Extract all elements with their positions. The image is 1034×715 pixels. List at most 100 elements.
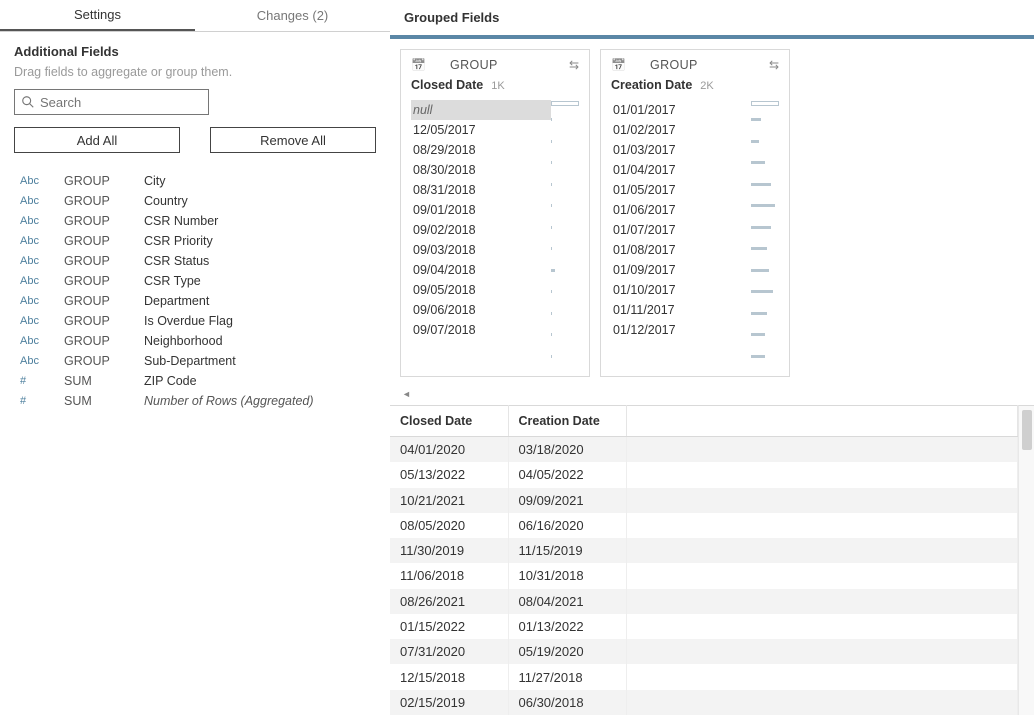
table-cell: 08/05/2020	[390, 513, 508, 538]
field-type-icon: Abc	[14, 355, 64, 367]
card-value[interactable]: 09/01/2018	[411, 200, 551, 220]
horizontal-scroll[interactable]: ◄	[402, 387, 1022, 401]
field-row[interactable]: #SUMZIP Code	[14, 371, 376, 391]
card-value[interactable]: 01/04/2017	[611, 160, 751, 180]
field-type-icon: Abc	[14, 295, 64, 307]
field-row[interactable]: AbcGROUPCSR Number	[14, 211, 376, 231]
table-header[interactable]: Creation Date	[508, 406, 626, 437]
table-row[interactable]: 02/15/201906/30/2018	[390, 690, 1018, 715]
table-row[interactable]: 05/13/202204/05/2022	[390, 462, 1018, 487]
field-row[interactable]: AbcGROUPSub-Department	[14, 351, 376, 371]
scroll-thumb[interactable]	[1022, 410, 1032, 450]
swap-icon[interactable]: ⇆	[769, 58, 779, 72]
search-input[interactable]	[40, 95, 216, 110]
field-row[interactable]: AbcGROUPCountry	[14, 191, 376, 211]
card-value[interactable]: 09/07/2018	[411, 320, 551, 340]
add-all-button[interactable]: Add All	[14, 127, 180, 153]
remove-all-button[interactable]: Remove All	[210, 127, 376, 153]
table-cell: 11/06/2018	[390, 563, 508, 588]
table-row[interactable]: 11/06/201810/31/2018	[390, 563, 1018, 588]
table-row[interactable]: 07/31/202005/19/2020	[390, 639, 1018, 664]
field-type-icon: #	[14, 395, 64, 407]
card-value[interactable]: 01/06/2017	[611, 200, 751, 220]
group-card[interactable]: 📅GROUP⇆Closed Date1Knull12/05/201708/29/…	[400, 49, 590, 377]
table-row[interactable]: 08/05/202006/16/2020	[390, 513, 1018, 538]
card-value[interactable]: 01/03/2017	[611, 140, 751, 160]
tab-settings[interactable]: Settings	[0, 0, 195, 31]
card-value[interactable]: null	[411, 100, 551, 120]
card-value[interactable]: 09/03/2018	[411, 240, 551, 260]
calendar-icon: 📅	[411, 58, 426, 72]
swap-icon[interactable]: ⇆	[569, 58, 579, 72]
field-row[interactable]: AbcGROUPIs Overdue Flag	[14, 311, 376, 331]
card-value[interactable]: 01/08/2017	[611, 240, 751, 260]
data-table-wrap: Closed DateCreation Date04/01/202003/18/…	[390, 405, 1034, 715]
card-value[interactable]: 08/29/2018	[411, 140, 551, 160]
card-value[interactable]: 09/04/2018	[411, 260, 551, 280]
field-agg: GROUP	[64, 274, 144, 288]
card-value[interactable]: 01/01/2017	[611, 100, 751, 120]
field-row[interactable]: AbcGROUPCSR Type	[14, 271, 376, 291]
field-agg: GROUP	[64, 294, 144, 308]
additional-fields-title: Additional Fields	[0, 32, 390, 63]
field-row[interactable]: #SUMNumber of Rows (Aggregated)	[14, 391, 376, 411]
tab-changes[interactable]: Changes (2)	[195, 0, 390, 31]
table-row[interactable]: 08/26/202108/04/2021	[390, 589, 1018, 614]
card-agg-label: GROUP	[650, 58, 698, 72]
card-agg-label: GROUP	[450, 58, 498, 72]
field-type-icon: Abc	[14, 315, 64, 327]
cards-row: 📅GROUP⇆Closed Date1Knull12/05/201708/29/…	[390, 39, 1034, 387]
table-cell: 11/15/2019	[508, 538, 626, 563]
table-cell: 08/04/2021	[508, 589, 626, 614]
field-row[interactable]: AbcGROUPNeighborhood	[14, 331, 376, 351]
card-value[interactable]: 01/12/2017	[611, 320, 751, 340]
card-value[interactable]: 08/30/2018	[411, 160, 551, 180]
field-agg: GROUP	[64, 174, 144, 188]
field-row[interactable]: AbcGROUPDepartment	[14, 291, 376, 311]
card-value[interactable]: 01/10/2017	[611, 280, 751, 300]
table-row[interactable]: 12/15/201811/27/2018	[390, 664, 1018, 689]
card-value[interactable]: 01/11/2017	[611, 300, 751, 320]
card-title: Closed Date	[411, 78, 483, 92]
field-name: CSR Status	[144, 254, 376, 268]
field-row[interactable]: AbcGROUPCSR Priority	[14, 231, 376, 251]
table-row[interactable]: 04/01/202003/18/2020	[390, 437, 1018, 463]
field-name: Department	[144, 294, 376, 308]
table-row[interactable]: 01/15/202201/13/2022	[390, 614, 1018, 639]
field-type-icon: Abc	[14, 275, 64, 287]
table-cell: 02/15/2019	[390, 690, 508, 715]
field-type-icon: #	[14, 375, 64, 387]
card-value[interactable]: 01/02/2017	[611, 120, 751, 140]
left-panel: Settings Changes (2) Additional Fields D…	[0, 0, 390, 715]
vertical-scrollbar[interactable]	[1018, 405, 1034, 715]
grouped-fields-header: Grouped Fields	[390, 0, 1034, 39]
card-value[interactable]: 09/02/2018	[411, 220, 551, 240]
table-cell: 01/13/2022	[508, 614, 626, 639]
table-header[interactable]: Closed Date	[390, 406, 508, 437]
table-row[interactable]: 10/21/202109/09/2021	[390, 488, 1018, 513]
field-row[interactable]: AbcGROUPCSR Status	[14, 251, 376, 271]
card-value[interactable]: 01/09/2017	[611, 260, 751, 280]
table-cell: 09/09/2021	[508, 488, 626, 513]
card-value[interactable]: 12/05/2017	[411, 120, 551, 140]
search-icon	[21, 95, 35, 109]
table-cell: 08/26/2021	[390, 589, 508, 614]
card-value[interactable]: 09/05/2018	[411, 280, 551, 300]
table-row[interactable]: 11/30/201911/15/2019	[390, 538, 1018, 563]
group-card[interactable]: 📅GROUP⇆Creation Date2K01/01/201701/02/20…	[600, 49, 790, 377]
card-sparkline	[551, 100, 581, 366]
card-value[interactable]: 08/31/2018	[411, 180, 551, 200]
scroll-left-arrow[interactable]: ◄	[402, 389, 411, 399]
card-value[interactable]: 09/06/2018	[411, 300, 551, 320]
additional-fields-hint: Drag fields to aggregate or group them.	[0, 63, 390, 89]
card-value[interactable]: 01/07/2017	[611, 220, 751, 240]
field-agg: GROUP	[64, 354, 144, 368]
table-cell: 10/21/2021	[390, 488, 508, 513]
card-sparkline	[751, 100, 781, 366]
card-value[interactable]: 01/05/2017	[611, 180, 751, 200]
field-name: Number of Rows (Aggregated)	[144, 394, 376, 408]
search-input-wrap[interactable]	[14, 89, 209, 115]
field-type-icon: Abc	[14, 335, 64, 347]
field-agg: GROUP	[64, 334, 144, 348]
field-row[interactable]: AbcGROUPCity	[14, 171, 376, 191]
